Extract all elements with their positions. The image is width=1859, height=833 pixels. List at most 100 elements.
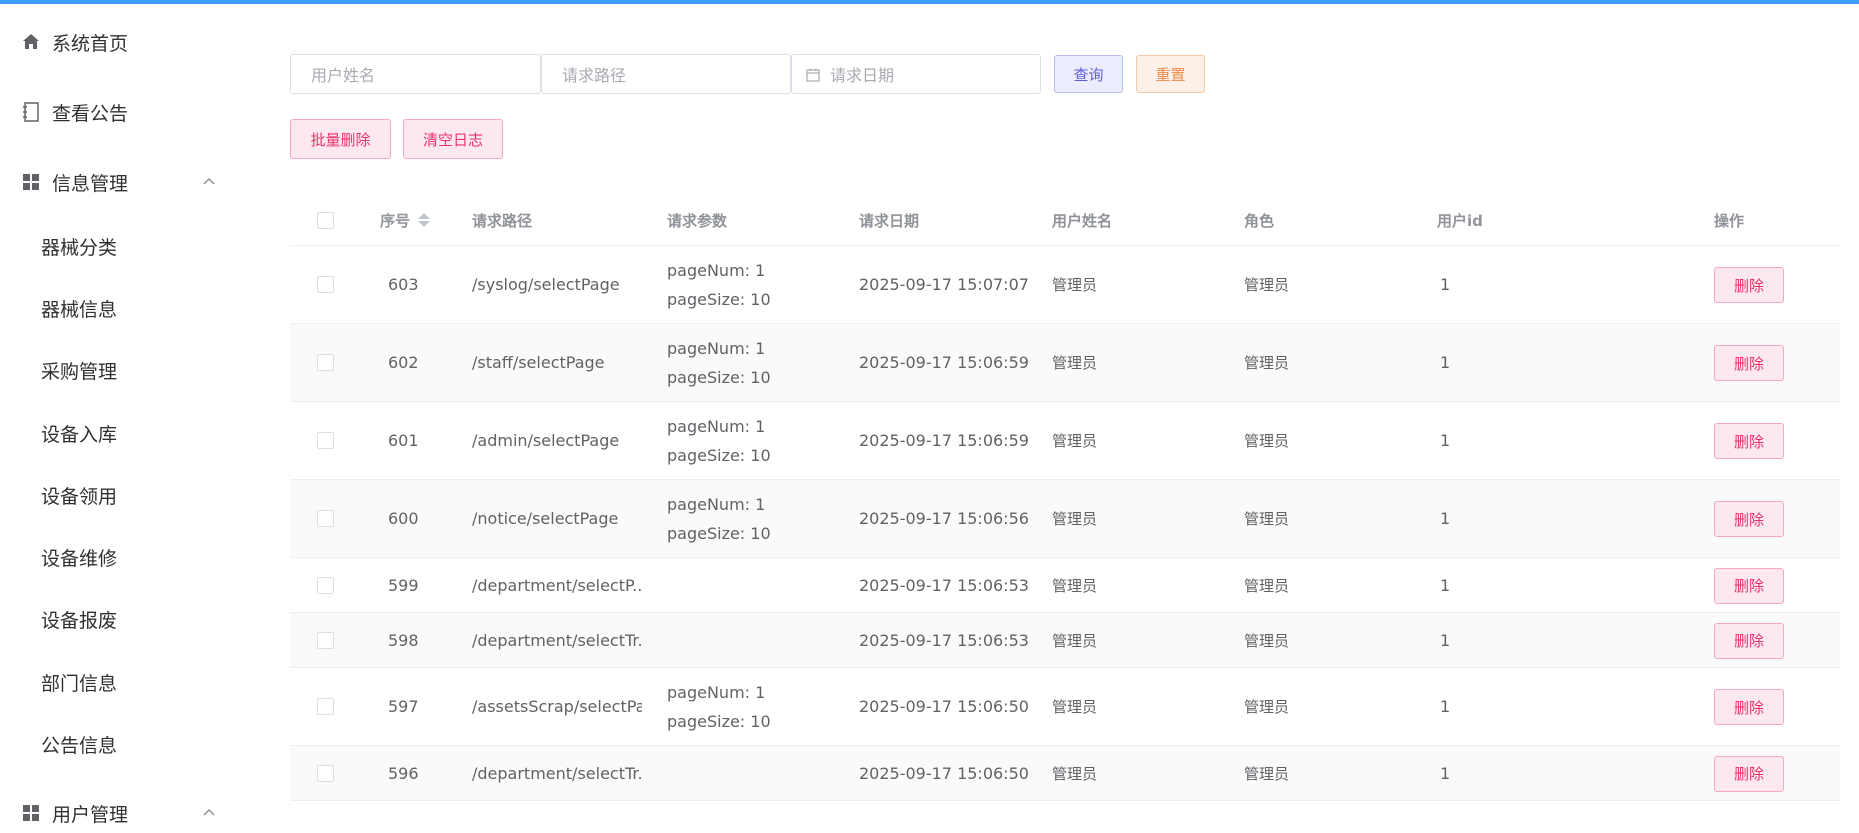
row-checkbox-cell[interactable]: [317, 480, 334, 557]
row-checkbox[interactable]: [317, 698, 334, 715]
row-checkbox-cell[interactable]: [317, 402, 334, 479]
row-id: 600: [388, 509, 419, 528]
chevron-up-icon: [200, 173, 218, 191]
param-page-size: pageSize: 10: [667, 711, 771, 731]
table-row: 602/staff/selectPage pageNum: 1 pageSize: …: [290, 324, 1840, 402]
query-button[interactable]: 查询: [1054, 55, 1123, 93]
row-checkbox-cell[interactable]: [317, 668, 334, 745]
param-page-num: pageNum: 1: [667, 260, 766, 280]
username-search-input[interactable]: 用户姓名: [290, 54, 541, 94]
sidebar-subitem-purchase[interactable]: 采购管理: [0, 350, 240, 390]
row-checkbox[interactable]: [317, 764, 334, 782]
delete-button[interactable]: 删除: [1714, 501, 1784, 537]
row-id: 601: [388, 431, 419, 450]
grid-icon: [20, 802, 42, 824]
delete-button[interactable]: 删除: [1714, 689, 1784, 725]
column-header-path: 请求路径: [472, 211, 533, 230]
column-header-username: 用户姓名: [1052, 211, 1113, 230]
row-role: 管理员: [1244, 432, 1290, 450]
delete-button[interactable]: 删除: [1714, 567, 1784, 604]
row-path: /syslog/selectPage: [472, 275, 620, 294]
batch-delete-button[interactable]: 批量删除: [290, 119, 391, 159]
sidebar-subitem-department[interactable]: 部门信息: [0, 662, 240, 702]
clear-log-button[interactable]: 清空日志: [403, 119, 503, 159]
row-path: /department/selectP...: [472, 575, 642, 595]
sidebar-item-home[interactable]: 系统首页: [0, 22, 240, 62]
sidebar-item-view-notice[interactable]: 查看公告: [0, 92, 240, 132]
sidebar-subitem-notice-info[interactable]: 公告信息: [0, 724, 240, 764]
row-checkbox[interactable]: [317, 276, 334, 293]
sidebar: 系统首页 查看公告 信息管理 器械分类 器械信息 采购管理 设备入库 设备领用 …: [0, 4, 240, 826]
row-checkbox[interactable]: [317, 631, 334, 649]
row-params: pageNum: 1 pageSize: 10: [667, 246, 771, 323]
row-checkbox-cell[interactable]: [317, 558, 334, 612]
row-params: pageNum: 1 pageSize: 10: [667, 324, 771, 401]
home-icon: [20, 31, 42, 53]
delete-button[interactable]: 删除: [1714, 622, 1784, 659]
table-row: 597/assetsScrap/selectPa... pageNum: 1 pag…: [290, 668, 1840, 746]
sidebar-subitem-label: 设备入库: [41, 423, 118, 446]
reset-button[interactable]: 重置: [1136, 55, 1205, 93]
row-date: 2025-09-17 15:06:50: [859, 697, 1029, 716]
row-params: pageNum: 1 pageSize: 10: [667, 402, 771, 479]
sidebar-subitem-label: 设备报废: [41, 609, 118, 632]
sidebar-subitem-repair[interactable]: 设备维修: [0, 537, 240, 577]
row-checkbox-cell[interactable]: [317, 324, 334, 401]
row-checkbox-cell[interactable]: [317, 613, 334, 667]
calendar-icon: [806, 67, 820, 86]
row-role: 管理员: [1244, 764, 1290, 783]
row-checkbox-cell[interactable]: [317, 746, 334, 800]
column-header-date: 请求日期: [859, 211, 920, 230]
row-date: 2025-09-17 15:06:50: [859, 763, 1029, 783]
path-search-input[interactable]: 请求路径: [541, 54, 791, 94]
column-header-id[interactable]: 序号: [380, 194, 431, 246]
param-page-size: pageSize: 10: [667, 523, 771, 543]
column-header-user-id: 用户id: [1437, 211, 1483, 230]
row-role: 管理员: [1244, 698, 1290, 716]
row-username: 管理员: [1052, 432, 1098, 450]
sidebar-subitem-inbound[interactable]: 设备入库: [0, 413, 240, 453]
table-row: 596/department/selectTr... 2025-09-17 15:…: [290, 746, 1840, 801]
row-username: 管理员: [1052, 631, 1098, 650]
table-header: 序号 请求路径 请求参数 请求日期 用户姓名 角色 用户id 操作: [290, 194, 1840, 246]
row-checkbox-cell[interactable]: [317, 246, 334, 323]
param-page-size: pageSize: 10: [667, 367, 771, 387]
sidebar-item-info-management[interactable]: 信息管理: [0, 162, 240, 202]
row-date: 2025-09-17 15:07:07: [859, 275, 1029, 294]
sidebar-subitem-scrap[interactable]: 设备报废: [0, 599, 240, 639]
row-checkbox[interactable]: [317, 510, 334, 527]
delete-button[interactable]: 删除: [1714, 345, 1784, 381]
chevron-up-icon: [200, 804, 218, 822]
sort-icon[interactable]: [418, 213, 431, 227]
delete-button[interactable]: 删除: [1714, 423, 1784, 459]
row-path: /notice/selectPage: [472, 509, 619, 528]
sidebar-item-user-management[interactable]: 用户管理: [0, 793, 240, 833]
row-date: 2025-09-17 15:06:53: [859, 630, 1029, 650]
row-date: 2025-09-17 15:06:53: [859, 575, 1029, 595]
param-page-num: pageNum: 1: [667, 416, 766, 436]
delete-button[interactable]: 删除: [1714, 755, 1784, 792]
row-user-id: 1: [1440, 509, 1451, 528]
sidebar-subitem-label: 器械分类: [41, 236, 118, 259]
sidebar-subitem-equipment-category[interactable]: 器械分类: [0, 226, 240, 266]
select-all-checkbox-cell[interactable]: [317, 194, 334, 246]
input-placeholder: 请求日期: [830, 66, 895, 85]
row-checkbox[interactable]: [317, 354, 334, 371]
select-all-checkbox[interactable]: [317, 211, 334, 229]
row-checkbox[interactable]: [317, 432, 334, 449]
notebook-icon: [20, 101, 42, 123]
sidebar-subitem-equipment-info[interactable]: 器械信息: [0, 288, 240, 328]
row-username: 管理员: [1052, 510, 1098, 528]
main-content: 用户姓名 请求路径 请求日期 查询 重置 批量删除 清空日志 序号 请求路径 请…: [290, 4, 1859, 822]
input-placeholder: 请求路径: [562, 66, 627, 85]
grid-icon: [20, 171, 42, 193]
row-role: 管理员: [1244, 354, 1290, 372]
date-picker-input[interactable]: 请求日期: [791, 54, 1041, 94]
sidebar-subitem-requisition[interactable]: 设备领用: [0, 475, 240, 515]
delete-button[interactable]: 删除: [1714, 267, 1784, 303]
column-header-actions: 操作: [1714, 211, 1745, 230]
row-path: /department/selectTr...: [472, 763, 642, 783]
row-checkbox[interactable]: [317, 576, 334, 594]
input-placeholder: 用户姓名: [311, 66, 376, 85]
row-date: 2025-09-17 15:06:59: [859, 353, 1029, 372]
